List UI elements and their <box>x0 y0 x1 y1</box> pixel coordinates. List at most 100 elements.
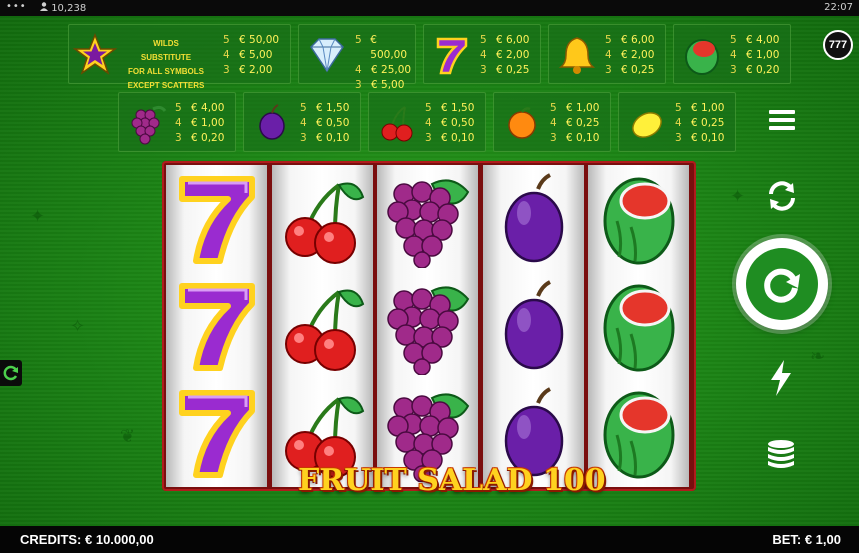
payout-value: € 0,10 <box>691 132 725 144</box>
payout-count: 3 <box>605 64 612 76</box>
grapes-icon <box>377 272 478 379</box>
payout-count: 5 <box>730 34 737 46</box>
lemon-icon <box>632 112 662 138</box>
user-id-text: 10,238 <box>51 3 87 14</box>
watermelon-icon <box>588 272 689 379</box>
paytable-grapes: 5 € 4,00 4 € 1,00 3 € 0,20 <box>118 92 236 152</box>
payout-count: 3 <box>550 132 557 144</box>
leaf-decoration: ✧ <box>70 316 86 336</box>
cherry-icon <box>272 165 373 272</box>
credits-display: CREDITS: € 10.000,00 <box>20 532 154 547</box>
bet-display[interactable]: BET: € 1,00 <box>772 532 841 547</box>
payout-value: € 1,50 <box>316 102 350 114</box>
plum-icon <box>483 165 584 272</box>
turbo-button[interactable] <box>764 358 798 398</box>
payout-count: 4 <box>425 117 432 129</box>
spin-icon <box>764 268 800 303</box>
payout-count: 3 <box>300 132 307 144</box>
paytable-bell: 5 € 6,00 4 € 2,00 3 € 0,25 <box>548 24 666 84</box>
payout-count: 4 <box>300 117 307 129</box>
payout-value: € 25,00 <box>371 64 412 76</box>
payout-value: € 1,00 <box>746 49 780 61</box>
payout-value: € 1,00 <box>191 117 225 129</box>
more-menu-icon[interactable]: ••• <box>6 1 27 12</box>
payout-count: 3 <box>425 132 432 144</box>
payout-count: 5 <box>605 34 612 46</box>
payout-value: € 0,10 <box>316 132 350 144</box>
payout-list: 5 € 50,00 4 € 5,00 3 € 2,00 <box>223 33 279 78</box>
payout-value: € 5,00 <box>371 79 405 91</box>
clock: 22:07 <box>824 2 853 13</box>
payout-count: 4 <box>730 49 737 61</box>
autoplay-icon <box>769 181 795 211</box>
star-wild-icon <box>73 32 117 75</box>
payout-count: 3 <box>730 64 737 76</box>
payout-count: 5 <box>550 102 557 114</box>
plum-icon <box>259 104 285 140</box>
paytable-plum: 5 € 1,50 4 € 0,50 3 € 0,10 <box>243 92 361 152</box>
leaf-decoration: ❦ <box>120 426 136 446</box>
reel <box>166 165 267 487</box>
paytable-lemon: 5 € 1,00 4 € 0,25 3 € 0,10 <box>618 92 736 152</box>
reel <box>377 165 478 487</box>
payout-value: € 2,00 <box>496 49 530 61</box>
payout-count: 5 <box>175 102 182 114</box>
payout-count: 4 <box>550 117 557 129</box>
spin-button[interactable] <box>736 238 828 330</box>
user-id: 10,238 <box>40 2 86 14</box>
menu-button[interactable] <box>766 104 798 136</box>
payout-count: 4 <box>675 117 682 129</box>
coins-stack-icon <box>768 440 794 468</box>
payout-list: 5 € 6,00 4 € 2,00 3 € 0,25 <box>480 33 529 78</box>
payout-value: € 0,20 <box>191 132 225 144</box>
payout-value: € 0,50 <box>441 117 475 129</box>
payout-value: € 50,00 <box>239 34 280 46</box>
wild-description: WILDS SUBSTITUTE FOR ALL SYMBOLS EXCEPT … <box>127 37 205 93</box>
payout-value: € 6,00 <box>621 34 655 46</box>
autoplay-button[interactable] <box>762 176 802 216</box>
payout-count: 4 <box>355 64 362 76</box>
payout-value: € 0,20 <box>746 64 780 76</box>
payout-value: € 0,25 <box>621 64 655 76</box>
seven-icon <box>166 379 267 486</box>
watermelon-icon <box>685 39 719 75</box>
side-panel-toggle[interactable] <box>0 360 22 386</box>
payout-value: € 6,00 <box>496 34 530 46</box>
user-icon <box>40 2 48 11</box>
payout-count: 5 <box>675 102 682 114</box>
payout-value: € 500,00 <box>370 34 408 61</box>
orange-icon <box>508 107 536 139</box>
seven-icon <box>166 165 267 272</box>
payout-count: 5 <box>223 34 230 46</box>
payout-count: 3 <box>223 64 230 76</box>
payout-list: 5 € 1,00 4 € 0,25 3 € 0,10 <box>550 101 599 146</box>
payout-count: 3 <box>480 64 487 76</box>
payout-value: € 1,00 <box>691 102 725 114</box>
status-bar: ••• 10,238 22:07 <box>0 0 859 16</box>
payout-value: € 0,50 <box>316 117 350 129</box>
paytable-melon: 5 € 4,00 4 € 1,00 3 € 0,20 <box>673 24 791 84</box>
payout-count: 4 <box>223 49 230 61</box>
seven-icon <box>436 37 468 75</box>
payout-value: € 4,00 <box>746 34 780 46</box>
payout-count: 3 <box>675 132 682 144</box>
brand-badge[interactable]: 777 <box>823 30 853 60</box>
watermelon-icon <box>588 165 689 272</box>
payout-count: 4 <box>480 49 487 61</box>
payout-value: € 1,00 <box>566 102 600 114</box>
bet-button[interactable] <box>762 434 800 472</box>
reel <box>588 165 689 487</box>
payout-count: 4 <box>605 49 612 61</box>
leaf-decoration: ✦ <box>730 186 746 206</box>
payout-value: € 5,00 <box>239 49 273 61</box>
payout-list: 5 € 1,00 4 € 0,25 3 € 0,10 <box>675 101 724 146</box>
paytable-seven: 5 € 6,00 4 € 2,00 3 € 0,25 <box>423 24 541 84</box>
seven-icon <box>166 272 267 379</box>
grapes-icon <box>377 165 478 272</box>
paytable-orange: 5 € 1,00 4 € 0,25 3 € 0,10 <box>493 92 611 152</box>
leaf-decoration: ✦ <box>30 206 46 226</box>
payout-list: 5 € 500,00 4 € 25,00 3 € 5,00 <box>355 33 415 93</box>
payout-count: 4 <box>175 117 182 129</box>
payout-count: 5 <box>355 34 362 46</box>
paytable-diamond: 5 € 500,00 4 € 25,00 3 € 5,00 <box>298 24 416 91</box>
